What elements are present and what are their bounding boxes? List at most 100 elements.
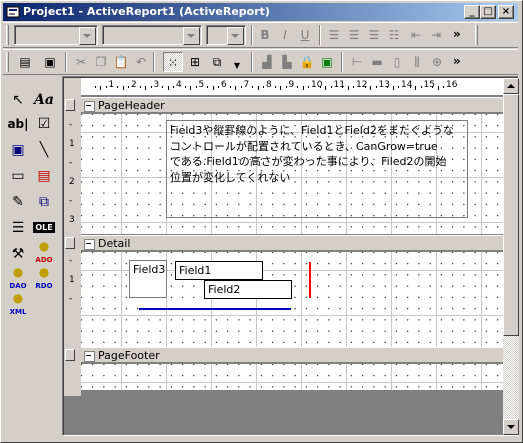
line-tool[interactable]: ╲ — [32, 138, 56, 162]
toolbar-overflow-icon[interactable]: » — [453, 27, 461, 41]
ole-tool[interactable]: OLE — [32, 216, 56, 240]
frame-tool[interactable]: ⧉ — [32, 190, 56, 214]
scroll-down-button[interactable] — [503, 419, 519, 435]
align-left-icon: ☰ — [328, 28, 340, 42]
chevron-down-icon[interactable] — [79, 27, 96, 45]
font-name-combo[interactable] — [102, 25, 202, 45]
same-size-button[interactable]: ▯ — [387, 52, 407, 72]
section-detail[interactable]: Detail — [81, 235, 503, 251]
image-tool[interactable]: ▣ — [6, 138, 30, 162]
lock-button[interactable]: 🔒 — [297, 52, 317, 72]
report-explorer-button[interactable]: ▤ — [15, 52, 35, 72]
align-lefts-button[interactable]: ⊢ — [347, 52, 367, 72]
underline-button[interactable]: U — [295, 25, 315, 45]
rdo-tool[interactable]: ● RDO — [32, 266, 56, 290]
align-center-button[interactable]: ☰ — [344, 25, 364, 45]
ruler-corner — [64, 78, 81, 96]
shape-tool[interactable]: ▭ — [6, 164, 30, 188]
field-list-button[interactable]: ▣ — [40, 52, 60, 72]
vertical-scrollbar[interactable] — [503, 78, 519, 435]
minimize-button[interactable]: _ — [464, 5, 480, 19]
page-footer-grid[interactable] — [81, 364, 503, 390]
vertical-line[interactable] — [309, 262, 311, 298]
label-tool[interactable]: Aa — [32, 88, 56, 112]
chevron-down-icon[interactable] — [183, 27, 200, 45]
cut-icon: ✂ — [75, 55, 87, 69]
align-right-button[interactable]: ☰ — [364, 25, 384, 45]
checkbox-tool[interactable]: ☑ — [32, 112, 56, 136]
collapse-icon[interactable] — [84, 239, 95, 250]
ruler-mark: 3 — [69, 215, 75, 225]
pagebreak-tool[interactable]: ☰ — [6, 216, 30, 240]
xml-tool[interactable]: ● XML — [6, 292, 30, 316]
ado-tool[interactable]: ● ADO — [32, 240, 56, 264]
chevron-down-icon[interactable] — [227, 27, 244, 45]
paste-button[interactable]: 📋 — [111, 52, 131, 72]
align-left-button[interactable]: ☰ — [324, 25, 344, 45]
dropdown-button[interactable]: ▼ — [227, 56, 247, 76]
ruler-tick — [128, 86, 130, 88]
ruler-mark: 1 — [69, 139, 75, 149]
center-button[interactable]: ⊕ — [427, 52, 447, 72]
ruler-tick — [145, 86, 147, 90]
field1-textbox[interactable]: Field1 — [175, 261, 263, 280]
toolbar-overflow-icon[interactable]: » — [453, 54, 461, 68]
section-page-footer[interactable]: PageFooter — [81, 347, 503, 363]
align-right-icon: ☰ — [368, 28, 380, 42]
toolbar-grip[interactable] — [6, 25, 9, 45]
italic-button[interactable]: I — [275, 25, 295, 45]
subreport-tool[interactable]: ✎ — [6, 190, 30, 214]
outdent-button[interactable]: ⇤ — [406, 25, 426, 45]
section-size-handle[interactable] — [65, 349, 75, 361]
toolbar-grip[interactable] — [6, 52, 9, 72]
bullets-icon: ☷ — [388, 28, 400, 42]
bullets-button[interactable]: ☷ — [384, 25, 404, 45]
ruler-tick — [302, 86, 304, 90]
scroll-thumb[interactable] — [503, 94, 519, 336]
field3-textbox[interactable]: Field3 — [129, 260, 167, 298]
bring-forward-button[interactable]: ▙ — [277, 52, 297, 72]
ruler-tick — [392, 86, 394, 90]
collapse-icon[interactable] — [84, 351, 95, 362]
tools-tool[interactable]: ⚒ — [6, 242, 30, 266]
bring-front-button[interactable]: ⧉ — [207, 52, 227, 72]
ruler-tick — [375, 86, 377, 88]
toolbar-grip[interactable] — [475, 25, 478, 45]
section-page-header[interactable]: PageHeader — [81, 97, 503, 113]
section-label: PageHeader — [98, 99, 165, 112]
undo-button[interactable]: ↶ — [131, 52, 151, 72]
cut-button[interactable]: ✂ — [71, 52, 91, 72]
indent-button[interactable]: ⇥ — [426, 25, 446, 45]
section-size-handle[interactable] — [65, 237, 75, 249]
field2-textbox[interactable]: Field2 — [204, 280, 292, 299]
ruler-tick — [257, 86, 259, 90]
bold-button[interactable]: B — [255, 25, 275, 45]
collapse-icon[interactable] — [84, 101, 95, 112]
send-back-button[interactable]: ▟ — [257, 52, 277, 72]
style-combo[interactable] — [14, 25, 98, 45]
dao-tool[interactable]: ● DAO — [6, 266, 30, 290]
align-grid-button[interactable]: ⊞ — [185, 52, 205, 72]
title-bar[interactable]: Project1 - ActiveReport1 (ActiveReport) … — [3, 3, 518, 21]
ruler-tick — [420, 86, 422, 88]
ruler-tick — [139, 86, 141, 88]
ruler-number: 16 — [446, 80, 458, 90]
maximize-button[interactable]: □ — [480, 5, 496, 19]
snap-to-grid-button[interactable]: ⁙ — [163, 52, 183, 72]
richtext-tool[interactable]: ▤ — [32, 164, 56, 188]
ole-label: OLE — [33, 222, 55, 233]
pointer-tool[interactable]: ↖ — [6, 88, 30, 112]
select-all-button[interactable]: ▣ — [317, 52, 337, 72]
format-toolbar: B I U ☰ ☰ ☰ ☷ ⇤ ⇥ » — [3, 22, 518, 48]
close-button[interactable]: × — [498, 5, 514, 19]
spacing-button[interactable]: ⫼ — [407, 52, 427, 72]
header-label[interactable]: Field3や縦罫線のように、Field1とField2をまたぐような コントロ… — [166, 120, 468, 218]
horizontal-line[interactable] — [139, 308, 291, 310]
copy-button[interactable]: ❐ — [91, 52, 111, 72]
ruler-tick — [117, 86, 119, 88]
section-size-handle[interactable] — [65, 99, 75, 111]
scroll-up-button[interactable] — [503, 78, 519, 94]
textbox-tool[interactable]: ab| — [6, 112, 30, 136]
size-to-grid-button[interactable]: ▬ — [367, 52, 387, 72]
font-size-combo[interactable] — [206, 25, 246, 45]
